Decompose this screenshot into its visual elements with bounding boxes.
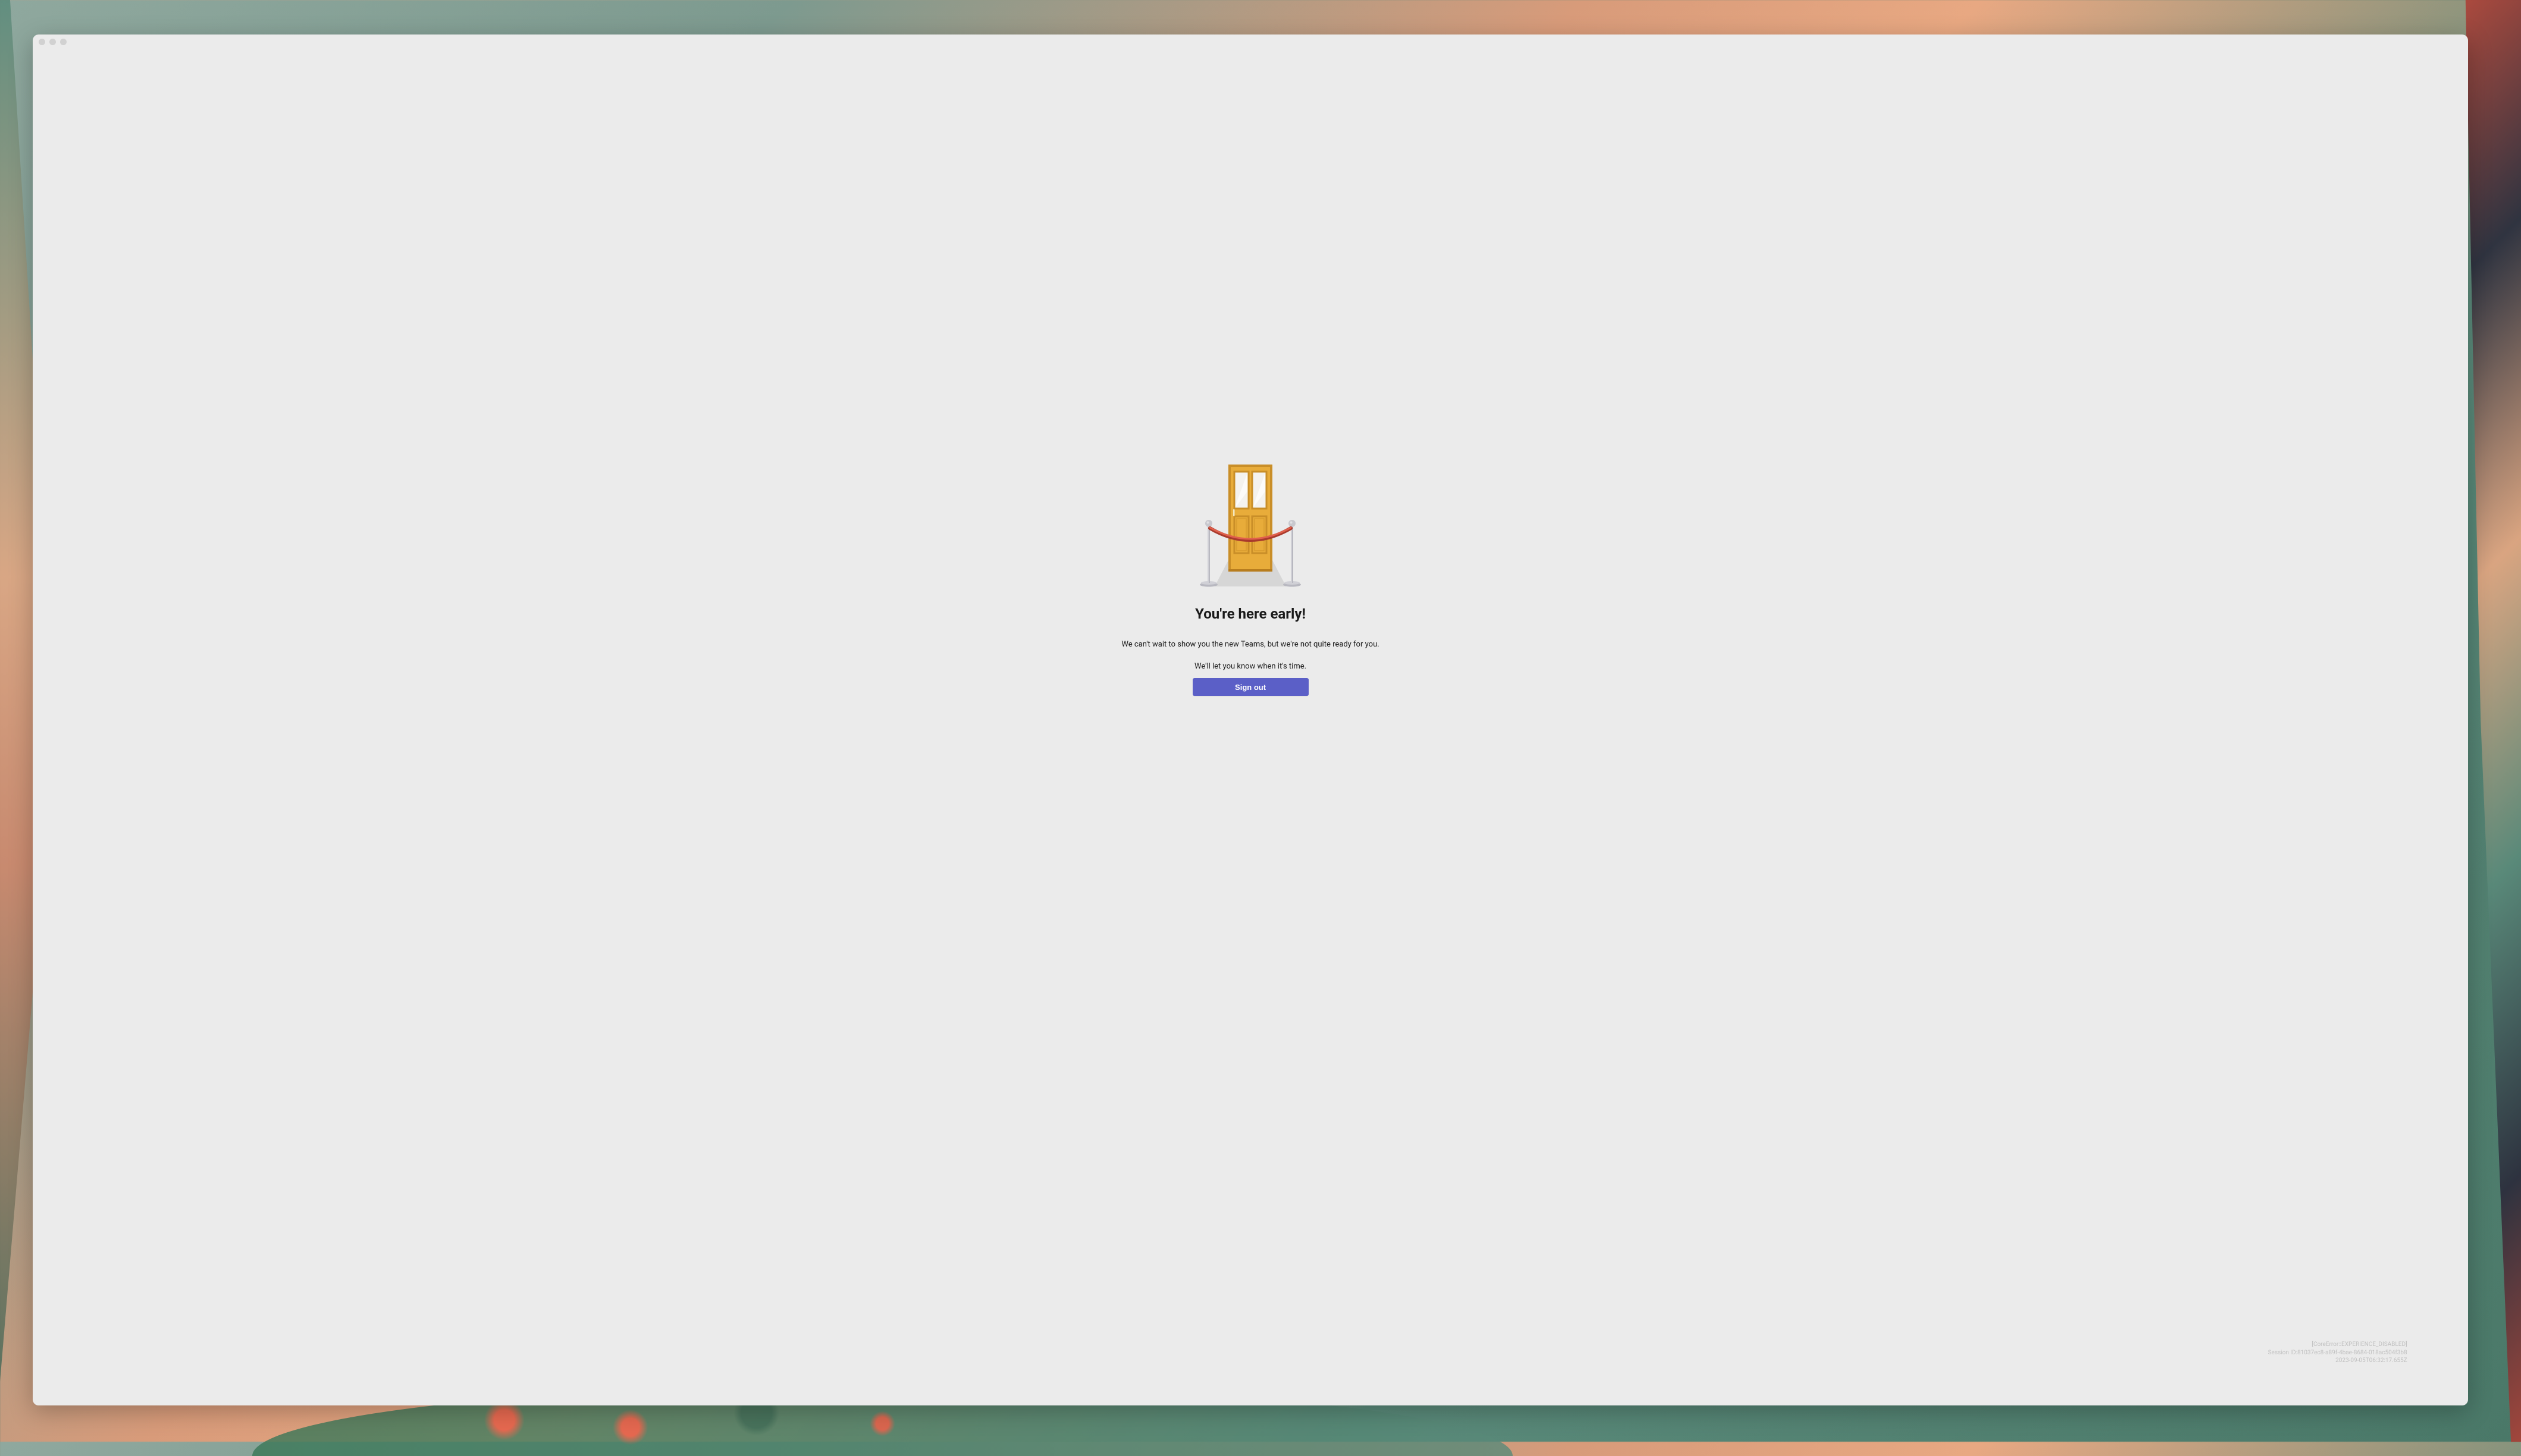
window-titlebar [33,34,2468,49]
minimize-window-button[interactable] [49,39,56,45]
page-title: You're here early! [1195,605,1306,622]
diagnostics-error-code: [CoreError::EXPERIENCE_DISABLED] [2268,1341,2407,1349]
early-access-message: You're here early! We can't wait to show… [1121,463,1379,696]
diagnostics-block: [CoreError::EXPERIENCE_DISABLED] Session… [2268,1341,2407,1365]
message-line-2: We'll let you know when it's time. [1194,662,1306,671]
content-area: You're here early! We can't wait to show… [33,49,2468,1405]
app-window: You're here early! We can't wait to show… [33,34,2468,1405]
door-velvet-rope-icon [1191,463,1310,588]
sign-out-button[interactable]: Sign out [1193,678,1309,696]
zoom-window-button[interactable] [60,39,67,45]
diagnostics-timestamp: 2023-09-05T06:32:17.655Z [2268,1357,2407,1365]
close-window-button[interactable] [39,39,45,45]
diagnostics-session-id: Session ID:81037ec8-a89f-4bae-8684-018ac… [2268,1349,2407,1357]
message-line-1: We can't wait to show you the new Teams,… [1121,640,1379,649]
